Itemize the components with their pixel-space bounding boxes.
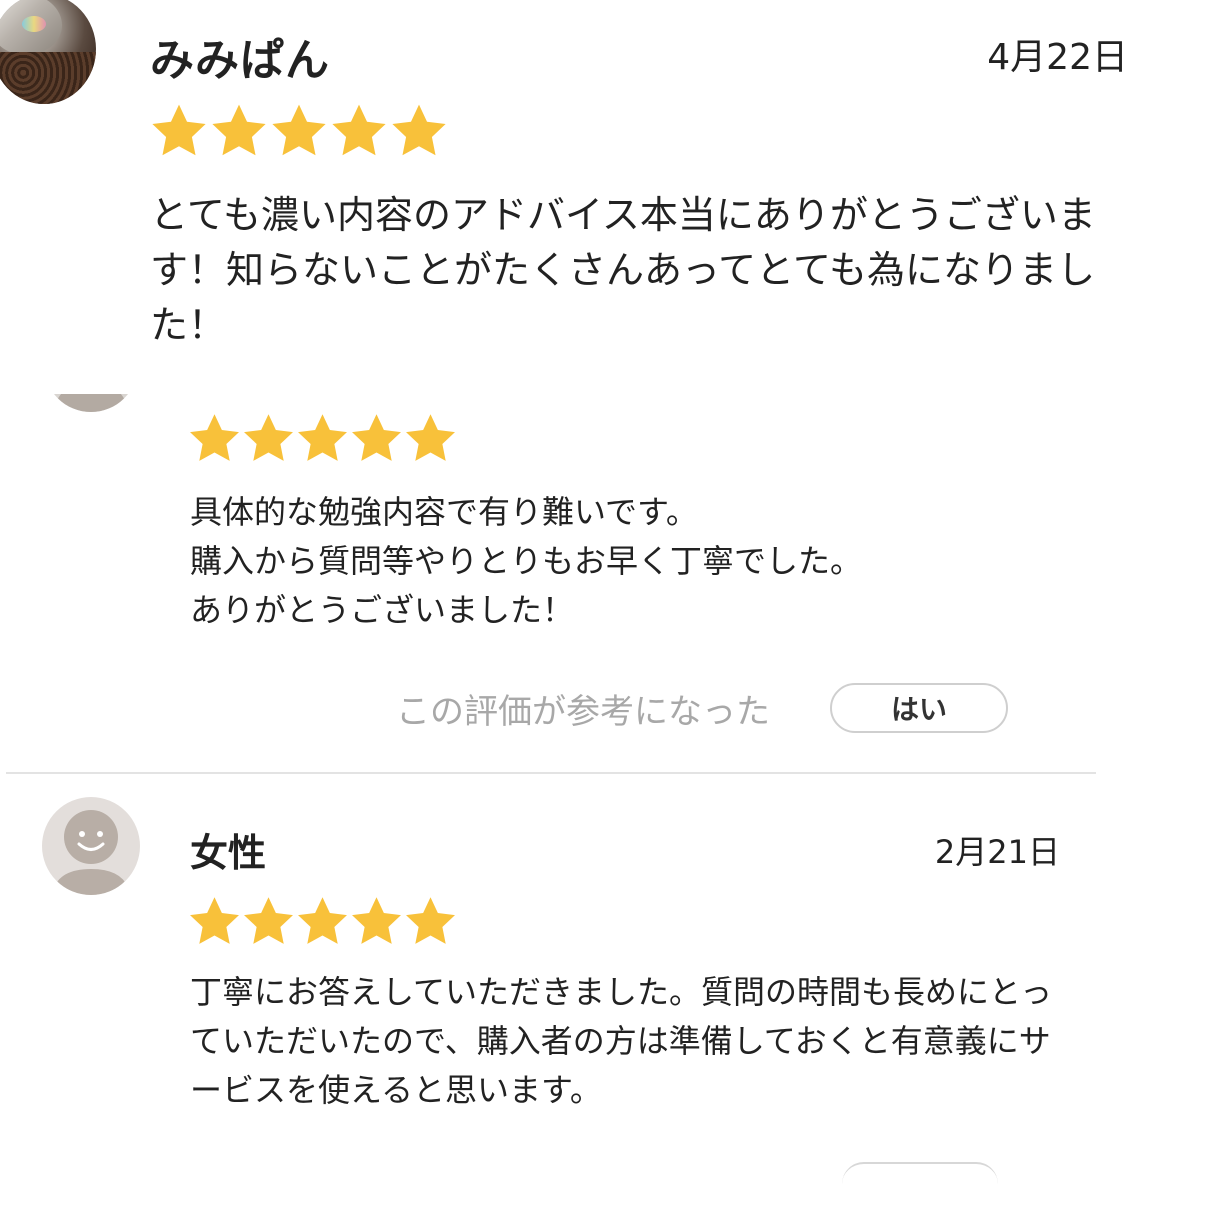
review-text: 具体的な勉強内容で有り難いです。 購入から質問等やりとりもお早く丁寧でした。 あ… [190, 493, 863, 629]
star-icon [152, 104, 206, 156]
avatar-photo-sheen [22, 16, 46, 32]
star-icon [212, 104, 266, 156]
star-icon [244, 897, 293, 944]
star-icon [244, 414, 293, 461]
star-icon [406, 414, 455, 461]
star-icon [332, 104, 386, 156]
helpful-yes-button[interactable] [842, 1162, 998, 1184]
review-text: 丁寧にお答えしていただきました。質問の時間も長めにとっていただいたので、購入者の… [190, 973, 1053, 1109]
review-text: とても濃い内容のアドバイス本当にありがとうございます！知らないことがたくさんあっ… [150, 193, 1096, 347]
star-rating [186, 410, 459, 467]
review-date: 2月21日 [934, 833, 1060, 871]
star-icon [272, 104, 326, 156]
star-icon [298, 414, 347, 461]
default-avatar-icon[interactable] [44, 394, 138, 412]
reviewer-name: 女性 [190, 831, 267, 875]
review-divider [6, 772, 1096, 774]
star-icon [190, 897, 239, 944]
default-avatar-icon[interactable] [42, 797, 140, 895]
smiley-user-icon [52, 810, 130, 895]
reviewer-avatar-photo[interactable] [0, 0, 96, 104]
star-icon [298, 897, 347, 944]
reviewer-name: みみぱん [150, 35, 330, 86]
helpful-label: この評価が参考になった [396, 692, 770, 732]
helpful-yes-button[interactable]: はい [830, 683, 1008, 733]
star-rating [186, 893, 459, 950]
avatar-photo-ground [0, 52, 96, 104]
star-icon [406, 897, 455, 944]
star-icon [392, 104, 446, 156]
star-icon [352, 897, 401, 944]
star-icon [190, 414, 239, 461]
review-date: 4月22日 [987, 37, 1128, 78]
star-rating [148, 100, 450, 162]
star-icon [352, 414, 401, 461]
